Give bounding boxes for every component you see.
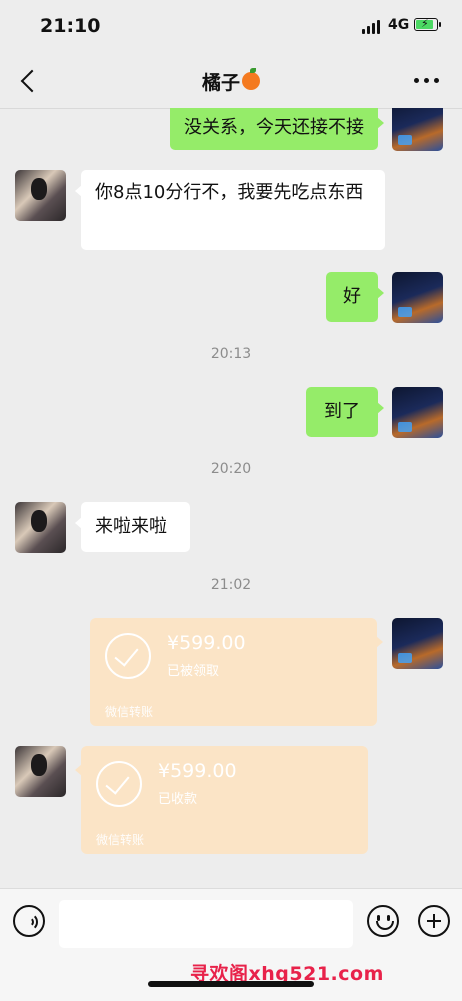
message-bubble-received[interactable]: 来啦来啦 [75,502,190,552]
message-bubble-sent[interactable]: 到了 [306,387,384,437]
status-bar: 21:10 4G ⚡ [0,0,462,54]
chat-header: 橘子 [0,54,462,109]
signal-icon [362,20,384,34]
voice-wave-icon [20,913,38,931]
input-bar: 寻欢阁xhg521.com [0,888,462,1001]
self-avatar[interactable] [392,108,443,151]
message-input[interactable] [59,900,353,948]
message-bubble-sent[interactable]: 没关系，今天还接不接 [170,108,384,150]
transfer-card-sent[interactable]: ¥599.00 已被领取 微信转账 [90,618,383,726]
chat-messages[interactable]: 没关系，今天还接不接 你8点10分行不，我要先吃点东西 好 20:13 到了 2… [0,108,462,888]
transfer-amount: ¥599.00 [167,632,246,654]
transfer-status: 已收款 [158,792,198,807]
transfer-label: 微信转账 [105,705,154,719]
message-timestamp: 21:02 [210,577,252,593]
transfer-amount: ¥599.00 [158,760,237,782]
message-timestamp: 20:13 [210,346,252,362]
voice-input-button[interactable] [13,905,45,937]
transfer-card-received[interactable]: ¥599.00 已收款 微信转账 [75,746,368,854]
home-indicator [148,981,314,987]
message-bubble-sent[interactable]: 好 [326,272,384,322]
status-time: 21:10 [40,15,101,37]
message-timestamp: 20:20 [210,461,252,477]
more-options-button[interactable] [414,78,440,84]
chat-title: 橘子 [0,67,462,95]
self-avatar[interactable] [392,272,443,323]
contact-avatar[interactable] [15,502,66,553]
transfer-label: 微信转账 [96,833,145,847]
network-type: 4G [388,17,410,33]
check-icon [105,633,151,679]
check-icon [96,761,142,807]
emoji-button[interactable] [367,905,399,937]
message-bubble-received[interactable]: 你8点10分行不，我要先吃点东西 [75,170,385,250]
contact-avatar[interactable] [15,170,66,221]
self-avatar[interactable] [392,618,443,669]
battery-icon: ⚡ [414,17,441,31]
contact-name: 橘子 [201,72,240,94]
contact-avatar[interactable] [15,746,66,797]
transfer-status: 已被领取 [167,664,220,679]
more-functions-button[interactable] [418,905,450,937]
self-avatar[interactable] [392,387,443,438]
orange-emoji-icon [242,67,260,90]
